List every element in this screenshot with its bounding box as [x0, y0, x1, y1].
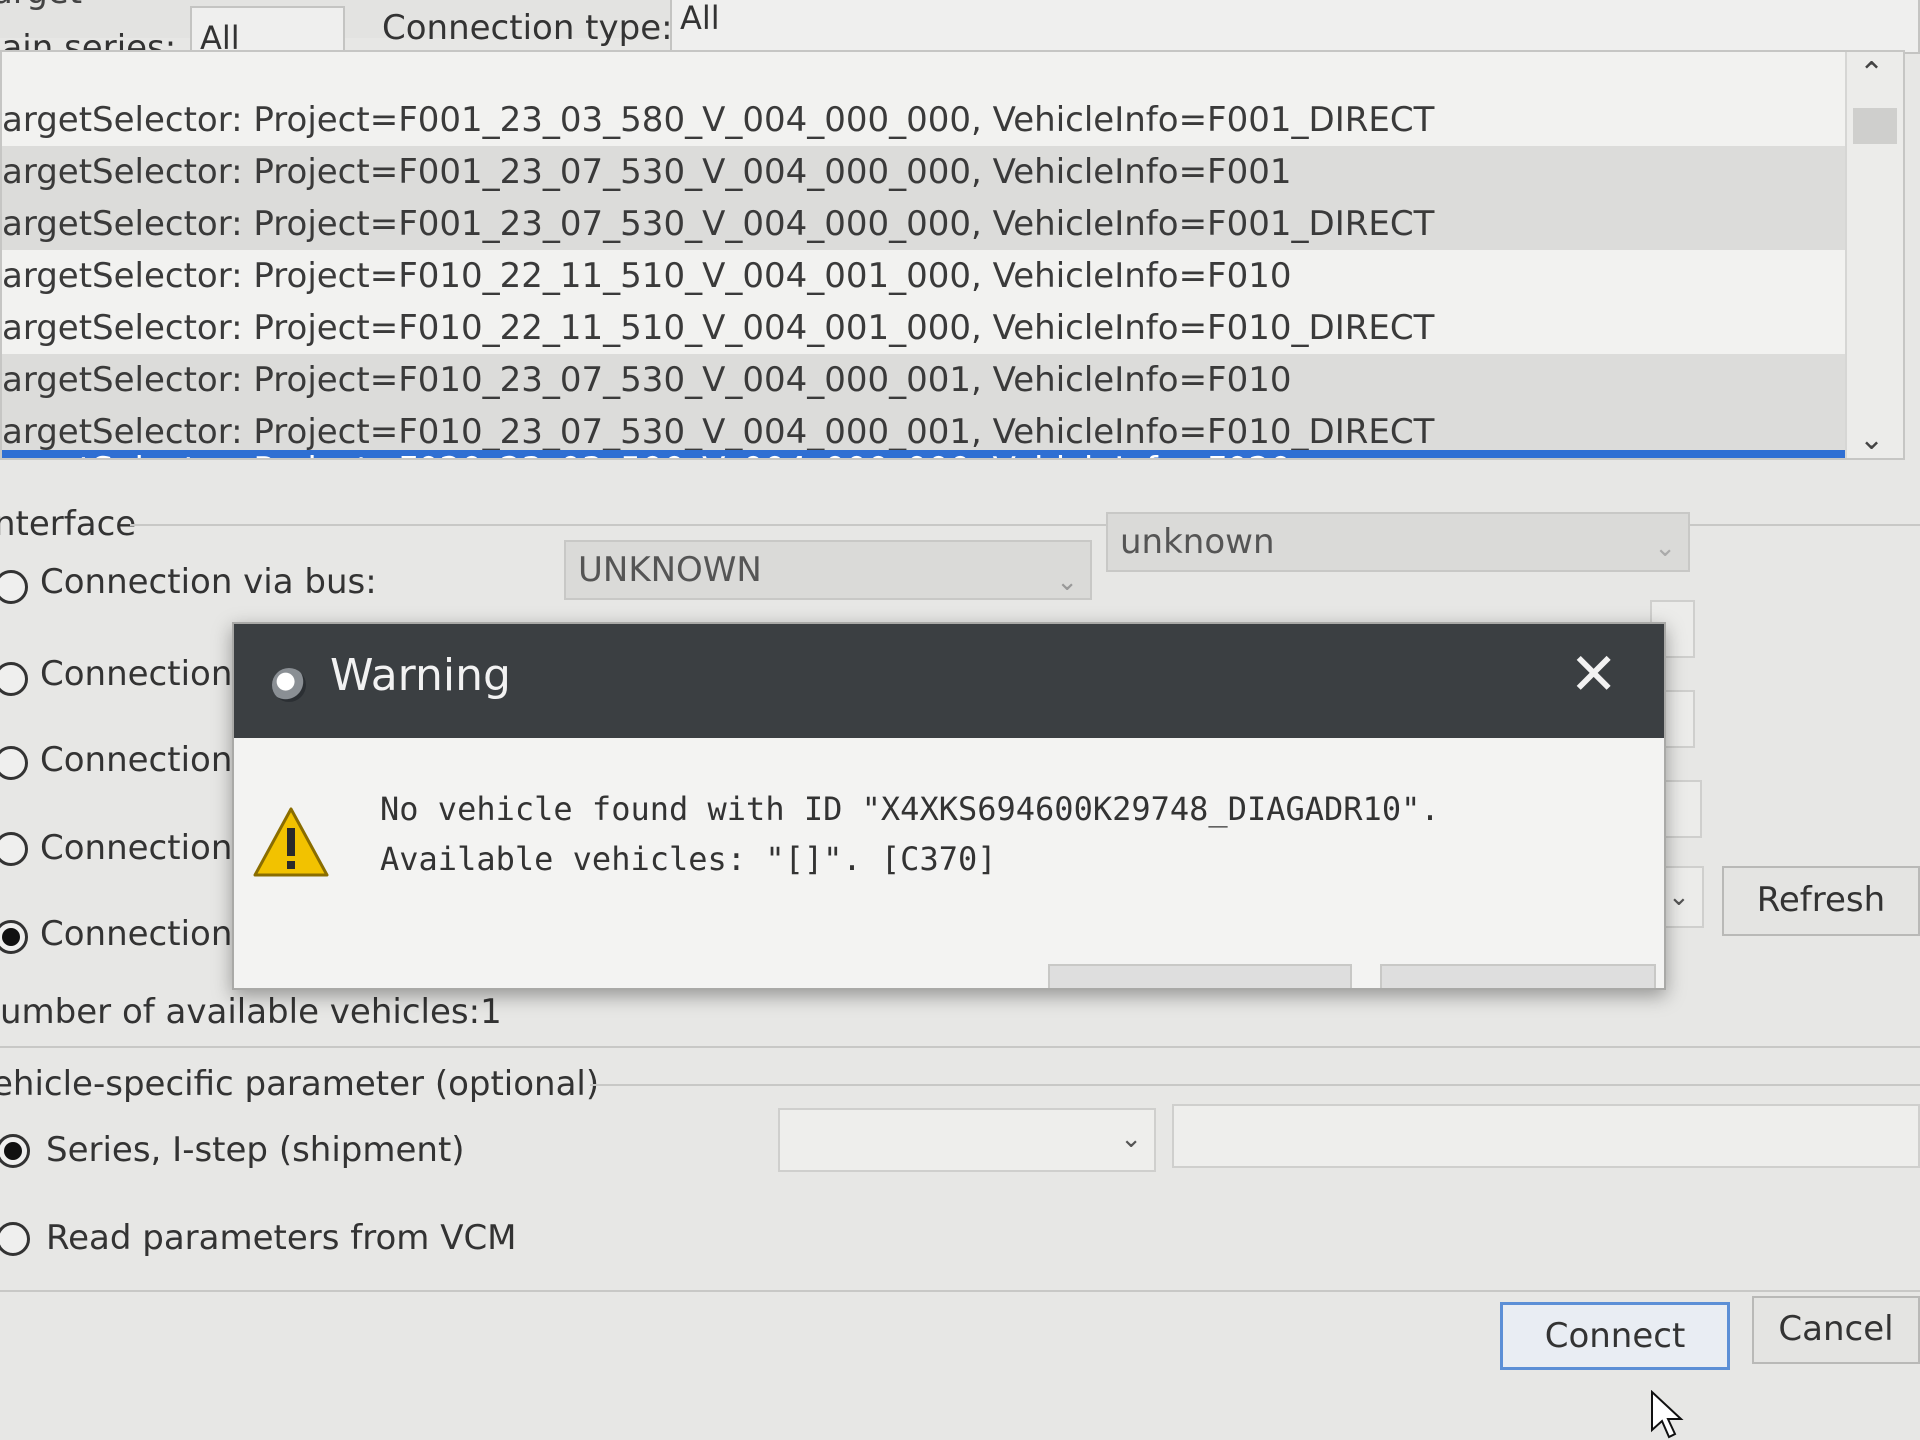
bus-channel-value: unknown — [1120, 522, 1275, 562]
list-item-text: argetSelector: Project=F010_22_11_510_V_… — [2, 308, 1435, 348]
warning-dialog: Warning ✕ No vehicle found with ID "X4XK… — [232, 622, 1666, 990]
istep-select[interactable] — [1172, 1104, 1920, 1168]
cancel-button[interactable]: Cancel — [1752, 1296, 1920, 1364]
target-frame-label: arget — [0, 0, 82, 12]
radio-label: Connection — [40, 740, 233, 780]
list-item-text: argetSelector: Project=F010_23_07_530_V_… — [2, 412, 1435, 452]
bus-channel-select[interactable]: unknown ⌄ — [1106, 512, 1690, 572]
radio-label: Connection — [40, 654, 233, 694]
radio-connection[interactable] — [0, 832, 28, 866]
chevron-down-icon: ⌄ — [1654, 533, 1676, 563]
dialog-title: Warning — [330, 650, 511, 701]
radio-connection-selected[interactable] — [0, 920, 28, 954]
chevron-up-icon[interactable]: ⌃ — [1859, 56, 1884, 91]
list-scrollbar[interactable]: ⌃ ⌄ — [1845, 52, 1903, 458]
list-item[interactable]: argetSelector: Project=F001_23_03_580_V_… — [2, 94, 1847, 146]
list-item-selected[interactable]: argetSelector: Project=F020_23_03_500_V_… — [2, 450, 1903, 458]
bus-select-value: UNKNOWN — [578, 550, 762, 590]
scrollbar-thumb[interactable] — [1853, 108, 1897, 144]
dialog-button[interactable] — [1380, 964, 1656, 988]
series-select[interactable]: ⌄ — [778, 1108, 1156, 1172]
dialog-message-line: Available vehicles: "[]". [C370] — [380, 840, 997, 878]
list-item-text: argetSelector: Project=F010_22_11_510_V_… — [2, 256, 1292, 296]
list-item[interactable]: argetSelector: Project=F010_22_11_510_V_… — [2, 250, 1847, 302]
list-item[interactable]: argetSelector: Project=F010_23_07_530_V_… — [2, 354, 1847, 406]
radio-label: Series, I-step (shipment) — [46, 1130, 465, 1170]
mouse-cursor-icon — [1651, 1390, 1684, 1439]
chevron-down-icon[interactable]: ⌄ — [1859, 422, 1884, 457]
list-item-text: argetSelector: Project=F010_23_07_530_V_… — [2, 360, 1292, 400]
radio-label: Connection — [40, 828, 233, 868]
list-item[interactable]: argetSelector: Project=F001_23_07_530_V_… — [2, 198, 1847, 250]
dialog-message: No vehicle found with ID "X4XKS694600K29… — [380, 784, 1440, 884]
chevron-down-icon: ⌄ — [1668, 882, 1690, 912]
bus-select[interactable]: UNKNOWN ⌄ — [564, 540, 1092, 600]
chevron-down-icon: ⌄ — [1120, 1124, 1142, 1154]
radio-label: Connection via bus: — [40, 562, 377, 602]
radio-read-vcm[interactable] — [0, 1222, 30, 1256]
interface-group-label: nterface — [0, 504, 137, 544]
refresh-button[interactable]: Refresh — [1722, 866, 1920, 936]
vehicle-params-group-label: ehicle-specific parameter (optional) — [0, 1064, 600, 1104]
close-icon[interactable]: ✕ — [1569, 640, 1618, 708]
list-item[interactable]: argetSelector: Project=F010_22_11_510_V_… — [2, 302, 1847, 354]
radio-label: Read parameters from VCM — [46, 1218, 517, 1258]
dialog-button[interactable] — [1048, 964, 1352, 988]
warning-icon — [253, 807, 329, 877]
radio-series-istep[interactable] — [0, 1134, 30, 1168]
connection-type-label: Connection type: — [382, 8, 673, 48]
target-selector-list: argetSelector: Project=F001_23_03_580_V_… — [0, 50, 1905, 460]
connection-type-select[interactable]: All — [670, 0, 1920, 54]
vehicles-count: umber of available vehicles:1 — [0, 992, 502, 1032]
dialog-title-bar[interactable]: Warning ✕ — [234, 624, 1664, 738]
list-item-text: argetSelector: Project=F020_23_03_500_V_… — [2, 450, 1292, 458]
list-item-text: argetSelector: Project=F001_23_07_530_V_… — [2, 152, 1292, 192]
list-item-text: argetSelector: Project=F001_23_07_530_V_… — [2, 204, 1435, 244]
group-divider — [0, 1046, 1920, 1048]
list-item[interactable]: argetSelector: Project=F001_23_07_530_V_… — [2, 146, 1847, 198]
connection-select[interactable]: ⌄ — [1660, 866, 1704, 928]
radio-connection[interactable] — [0, 746, 28, 780]
connect-button[interactable]: Connect — [1500, 1302, 1730, 1370]
chevron-down-icon: ⌄ — [1056, 567, 1078, 597]
radio-label: Connection — [40, 914, 233, 954]
group-divider — [590, 1084, 1920, 1086]
list-item-text: argetSelector: Project=F001_23_03_580_V_… — [2, 100, 1435, 140]
dialog-message-line: No vehicle found with ID "X4XKS694600K29… — [380, 790, 1440, 828]
connection-type-value: All — [680, 0, 720, 37]
app-icon — [272, 668, 306, 702]
radio-connection[interactable] — [0, 662, 28, 696]
radio-connection-bus[interactable] — [0, 570, 28, 604]
footer-divider — [0, 1290, 1920, 1292]
